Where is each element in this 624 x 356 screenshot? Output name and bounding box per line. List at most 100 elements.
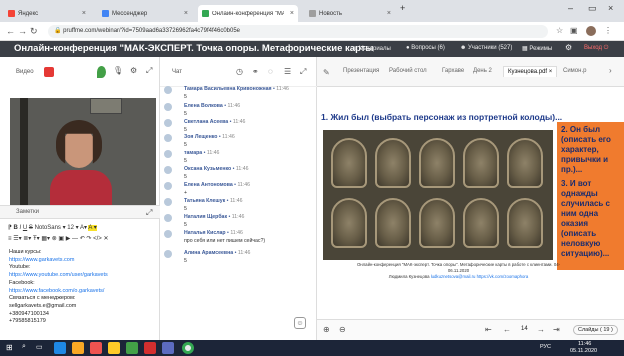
menu-icon[interactable]: ⋮ xyxy=(604,26,612,35)
app-icon[interactable] xyxy=(126,342,138,354)
divider-icon[interactable]: — xyxy=(72,236,78,242)
edge-icon[interactable] xyxy=(54,342,66,354)
reload-icon[interactable]: ↻ xyxy=(30,26,38,37)
chat-author[interactable]: Елена Антономова • 11:46 xyxy=(184,182,250,188)
chat-author[interactable]: Оксана Кузьменко • 11:46 xyxy=(184,166,248,172)
chat-author[interactable]: Зоя Лещенко • 11:46 xyxy=(184,134,235,140)
first-slide-icon[interactable]: ⇤ xyxy=(485,325,492,334)
table-icon[interactable]: ▦▾ xyxy=(41,236,50,242)
clock-icon[interactable]: ◷ xyxy=(236,67,243,76)
slides-button[interactable]: Слайды ( 19 ) xyxy=(573,325,618,335)
menu-icon[interactable]: ☰ xyxy=(284,67,291,76)
tab-day2[interactable]: День 2 xyxy=(473,68,492,74)
exit-button[interactable]: Выход ⏻ xyxy=(584,45,608,52)
link-icon[interactable]: ⚭ xyxy=(252,67,259,76)
expand-icon[interactable]: ⤢ xyxy=(146,208,152,218)
browser-tab[interactable]: Яндекс × xyxy=(4,5,90,22)
browser-tab[interactable]: Новость × xyxy=(305,5,395,22)
video-icon[interactable]: ▶ xyxy=(66,236,71,242)
link-icon[interactable]: ⊗ xyxy=(52,236,57,242)
last-slide-icon[interactable]: ⇥ xyxy=(553,325,560,334)
forward-icon[interactable]: → xyxy=(18,26,27,36)
emoji-icon[interactable]: ☺ xyxy=(294,317,306,329)
chat-author[interactable]: Татьяна Клешук • 11:46 xyxy=(184,198,243,204)
modes-button[interactable]: ▦ Режимы xyxy=(522,45,552,52)
expand-icon[interactable]: ⤢ xyxy=(146,66,152,76)
app-icon[interactable] xyxy=(144,342,156,354)
back-icon[interactable]: ← xyxy=(6,26,15,36)
close-icon[interactable]: × xyxy=(290,10,294,17)
avatar[interactable] xyxy=(586,26,596,36)
chat-author[interactable]: Наталия Щербак • 11:46 xyxy=(184,214,244,220)
next-slide-icon[interactable]: → xyxy=(537,325,545,334)
clock-date[interactable]: 05.11.2020 xyxy=(570,348,597,354)
new-tab-button[interactable]: + xyxy=(400,3,405,13)
line-height-icon[interactable]: Ŧ▾ xyxy=(33,236,40,242)
chat-author[interactable]: тамара • 11:46 xyxy=(184,150,219,156)
chrome-icon[interactable] xyxy=(182,342,194,354)
chevron-right-icon[interactable]: › xyxy=(609,66,612,75)
numbered-list-icon[interactable]: ☰▾ xyxy=(13,236,21,242)
tab-desktop[interactable]: Рабочий стол xyxy=(389,68,427,74)
zoom-out-icon[interactable]: ⊖ xyxy=(339,325,346,334)
font-select[interactable]: NotoSans ▾ xyxy=(35,225,66,231)
undo-icon[interactable]: ↶ xyxy=(80,236,85,242)
image-icon[interactable]: ▣ xyxy=(58,236,64,242)
clear-format-icon[interactable]: ✕ xyxy=(103,236,108,242)
chat-author[interactable]: Светлана Асеева • 11:46 xyxy=(184,119,245,125)
clock-time[interactable]: 11:46 xyxy=(578,341,591,347)
language-indicator[interactable]: РУС xyxy=(540,344,551,350)
page-number[interactable]: 14 xyxy=(521,326,528,332)
list-icon[interactable]: ≡ xyxy=(8,236,12,242)
chat-icon[interactable]: ◌ xyxy=(268,67,273,76)
app-icon[interactable] xyxy=(162,342,174,354)
tab-presentation[interactable]: Презентация xyxy=(343,68,379,74)
close-icon[interactable]: × xyxy=(184,10,188,17)
search-icon[interactable]: ⌕ xyxy=(22,343,26,351)
materials-button[interactable]: ≋ Материалы xyxy=(352,45,391,52)
align-icon[interactable]: ≣▾ xyxy=(23,236,31,242)
tab-garkave[interactable]: Гархаве xyxy=(442,68,464,74)
star-icon[interactable]: ☆ xyxy=(556,26,563,35)
caption-email[interactable]: ludkuznetsova@mail.ru xyxy=(431,274,476,279)
url-input[interactable]: 🔒 pruffme.com/webinar/?id=7509aad6a33726… xyxy=(48,25,548,38)
caption-vk-link[interactable]: https://vk.com/zoomaphora xyxy=(477,274,529,279)
zoom-in-icon[interactable]: ⊕ xyxy=(323,325,330,334)
chat-author[interactable]: Елена Волкова • 11:46 xyxy=(184,103,240,109)
microphone-icon[interactable]: 🎙 xyxy=(113,66,123,75)
close-icon[interactable]: × xyxy=(82,10,86,17)
expand-icon[interactable]: ⤢ xyxy=(300,67,306,77)
paragraph-icon[interactable]: ⁋ xyxy=(8,225,12,231)
gear-icon[interactable]: ⚙ xyxy=(130,66,137,75)
app-icon[interactable] xyxy=(108,342,120,354)
redo-icon[interactable]: ↷ xyxy=(86,236,91,242)
notes-content[interactable]: Наши курсы: https://www.garkavets.com Yo… xyxy=(9,249,159,326)
text-color-icon[interactable]: A▾ xyxy=(80,225,87,231)
notes-link[interactable]: https://www.garkavets.com xyxy=(9,257,159,265)
tab-simon[interactable]: Симон.p xyxy=(563,68,586,74)
tab-kuznetsova[interactable]: Кузнецова.pdf × xyxy=(503,66,558,77)
questions-button[interactable]: ● Вопросы (6) xyxy=(406,45,445,51)
location-icon[interactable] xyxy=(97,66,106,78)
chat-author[interactable]: Алина Арамсеевна • 11:46 xyxy=(184,250,250,256)
gear-icon[interactable]: ⚙ xyxy=(565,43,572,52)
minimize-button[interactable]: – xyxy=(568,3,573,13)
windows-start-icon[interactable]: ⊞ xyxy=(6,343,13,352)
code-icon[interactable]: </> xyxy=(93,236,102,242)
browser-tab[interactable]: Мессенджер × xyxy=(98,5,192,22)
highlight-icon[interactable]: A ▾ xyxy=(88,225,97,231)
italic-icon[interactable]: I xyxy=(20,225,22,231)
strikethrough-icon[interactable]: S xyxy=(29,225,33,231)
size-select[interactable]: 12 ▾ xyxy=(67,225,78,231)
task-view-icon[interactable]: ▭ xyxy=(36,343,43,351)
app-icon[interactable] xyxy=(90,342,102,354)
close-icon[interactable]: × xyxy=(387,10,391,17)
close-icon[interactable]: × xyxy=(549,69,553,75)
notes-link[interactable]: https://www.facebook.com/o.garkavets/ xyxy=(9,288,159,296)
bold-icon[interactable]: B xyxy=(14,225,18,231)
browser-tab-active[interactable]: Онлайн-конференция "МАК-экспер" × xyxy=(198,5,298,22)
folder-icon[interactable] xyxy=(72,342,84,354)
participants-button[interactable]: ☻ Участники (527) xyxy=(460,45,512,51)
close-window-button[interactable]: × xyxy=(608,3,613,13)
chat-author[interactable]: Наталья Кислар • 11:46 xyxy=(184,230,243,236)
